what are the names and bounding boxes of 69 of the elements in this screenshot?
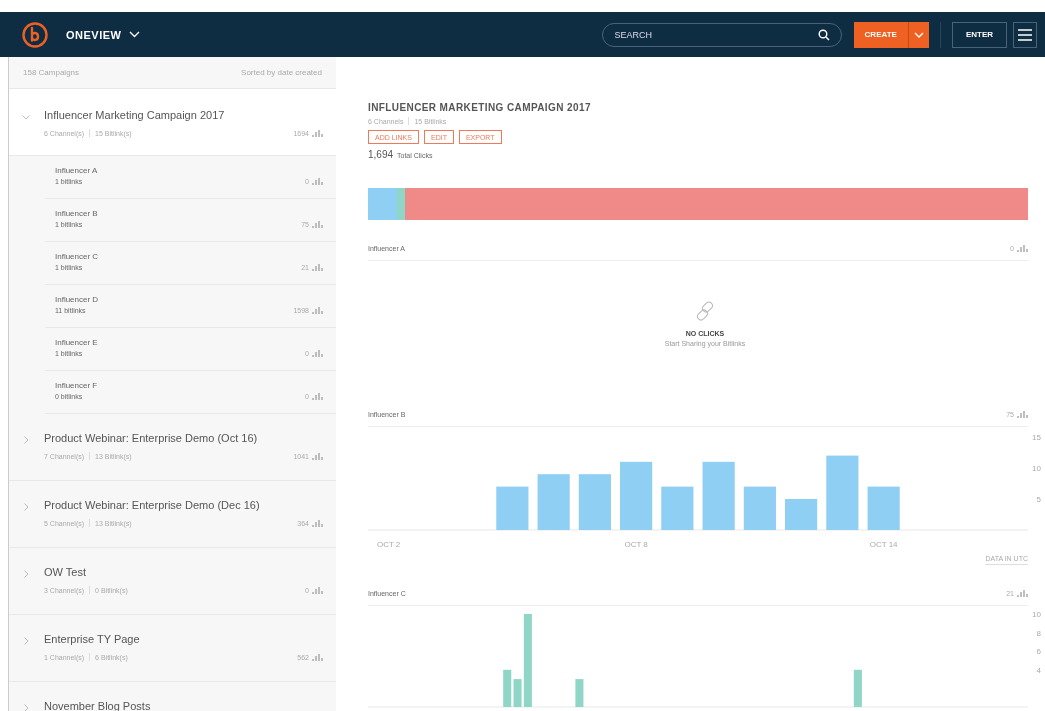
- clicks-icon: [1017, 411, 1028, 418]
- chart-bar: [537, 474, 570, 530]
- campaign-name: OW Test: [44, 566, 87, 578]
- channel-name: Influencer C: [55, 252, 100, 261]
- clicks-icon: [312, 653, 323, 661]
- clicks-icon: [312, 178, 323, 185]
- menu-button[interactable]: [1013, 21, 1037, 48]
- campaign-count: 158 Campaigns: [23, 68, 80, 77]
- chart-bar: [661, 486, 694, 530]
- create-button[interactable]: CREATE: [853, 21, 908, 48]
- chevron-icon: [22, 436, 30, 444]
- chart-bar: [575, 679, 584, 707]
- chart-bar: [503, 669, 512, 707]
- campaign-name: Product Webinar: Enterprise Demo (Oct 16): [44, 432, 259, 444]
- clicks-icon: [312, 452, 323, 460]
- sort-label: Sorted by date created: [241, 68, 322, 77]
- clicks-icon: [1017, 590, 1028, 597]
- app-switcher[interactable]: ONEVIEW: [66, 28, 141, 41]
- channel-name: Influencer F: [55, 381, 99, 390]
- link-icon: [694, 300, 716, 322]
- clicks-icon: [312, 519, 323, 527]
- x-axis-label: OCT 14: [869, 540, 898, 549]
- campaign-name: Enterprise TY Page: [44, 633, 141, 645]
- campaign-title: INFLUENCER MARKETING CAMPAIGN 2017: [368, 102, 592, 113]
- y-tick-label: 15: [1032, 433, 1041, 442]
- search-icon[interactable]: [817, 28, 830, 41]
- y-tick-label: 5: [1036, 495, 1041, 504]
- clicks-icon: [312, 264, 323, 271]
- y-tick-label: 10: [1032, 464, 1041, 473]
- logo-icon[interactable]: [22, 21, 48, 48]
- chart-bar: [620, 461, 653, 530]
- y-tick-label: 4: [1036, 665, 1041, 675]
- chevron-icon: [22, 503, 30, 511]
- x-axis-label: OCT 2: [376, 540, 401, 549]
- enter-button[interactable]: ENTER: [951, 21, 1007, 48]
- chart-bar: [702, 461, 735, 530]
- y-tick-label: 10: [1032, 610, 1041, 619]
- clicks-icon: [1017, 245, 1028, 252]
- clicks-icon: [312, 350, 323, 357]
- search-field[interactable]: SEARCH: [601, 22, 842, 47]
- chevron-icon: [22, 704, 30, 711]
- clicks-icon: [312, 586, 323, 594]
- chart-bar: [578, 474, 611, 530]
- channel-name: Influencer D: [55, 295, 100, 304]
- clicks-icon: [312, 393, 323, 400]
- channel-name: Influencer B: [55, 209, 99, 218]
- chevron-icon: [22, 113, 30, 121]
- total-clicks: 1,694: [368, 149, 394, 160]
- campaign-name: Influencer Marketing Campaign 2017: [44, 109, 226, 121]
- chart-bar: [853, 669, 862, 707]
- chevron-icon: [129, 31, 141, 38]
- clicks-icon: [312, 307, 323, 314]
- clicks-icon: [312, 221, 323, 228]
- channel-name: Influencer E: [55, 338, 99, 347]
- chart-bar: [496, 486, 529, 530]
- chevron-icon: [22, 570, 30, 578]
- x-axis-label: OCT 8: [624, 540, 648, 549]
- chart-bar: [743, 486, 776, 530]
- chevron-icon: [913, 31, 924, 38]
- chart-bar: [785, 499, 818, 530]
- channel-name: Influencer A: [55, 166, 99, 175]
- chart-bar: [867, 486, 900, 530]
- y-tick-label: 8: [1036, 628, 1041, 638]
- clicks-icon: [312, 129, 323, 137]
- create-dropdown[interactable]: [907, 21, 929, 48]
- chevron-icon: [22, 637, 30, 645]
- campaign-name: Product Webinar: Enterprise Demo (Dec 16): [44, 499, 261, 511]
- y-tick-label: 6: [1036, 647, 1041, 657]
- menu-icon: [1018, 27, 1032, 42]
